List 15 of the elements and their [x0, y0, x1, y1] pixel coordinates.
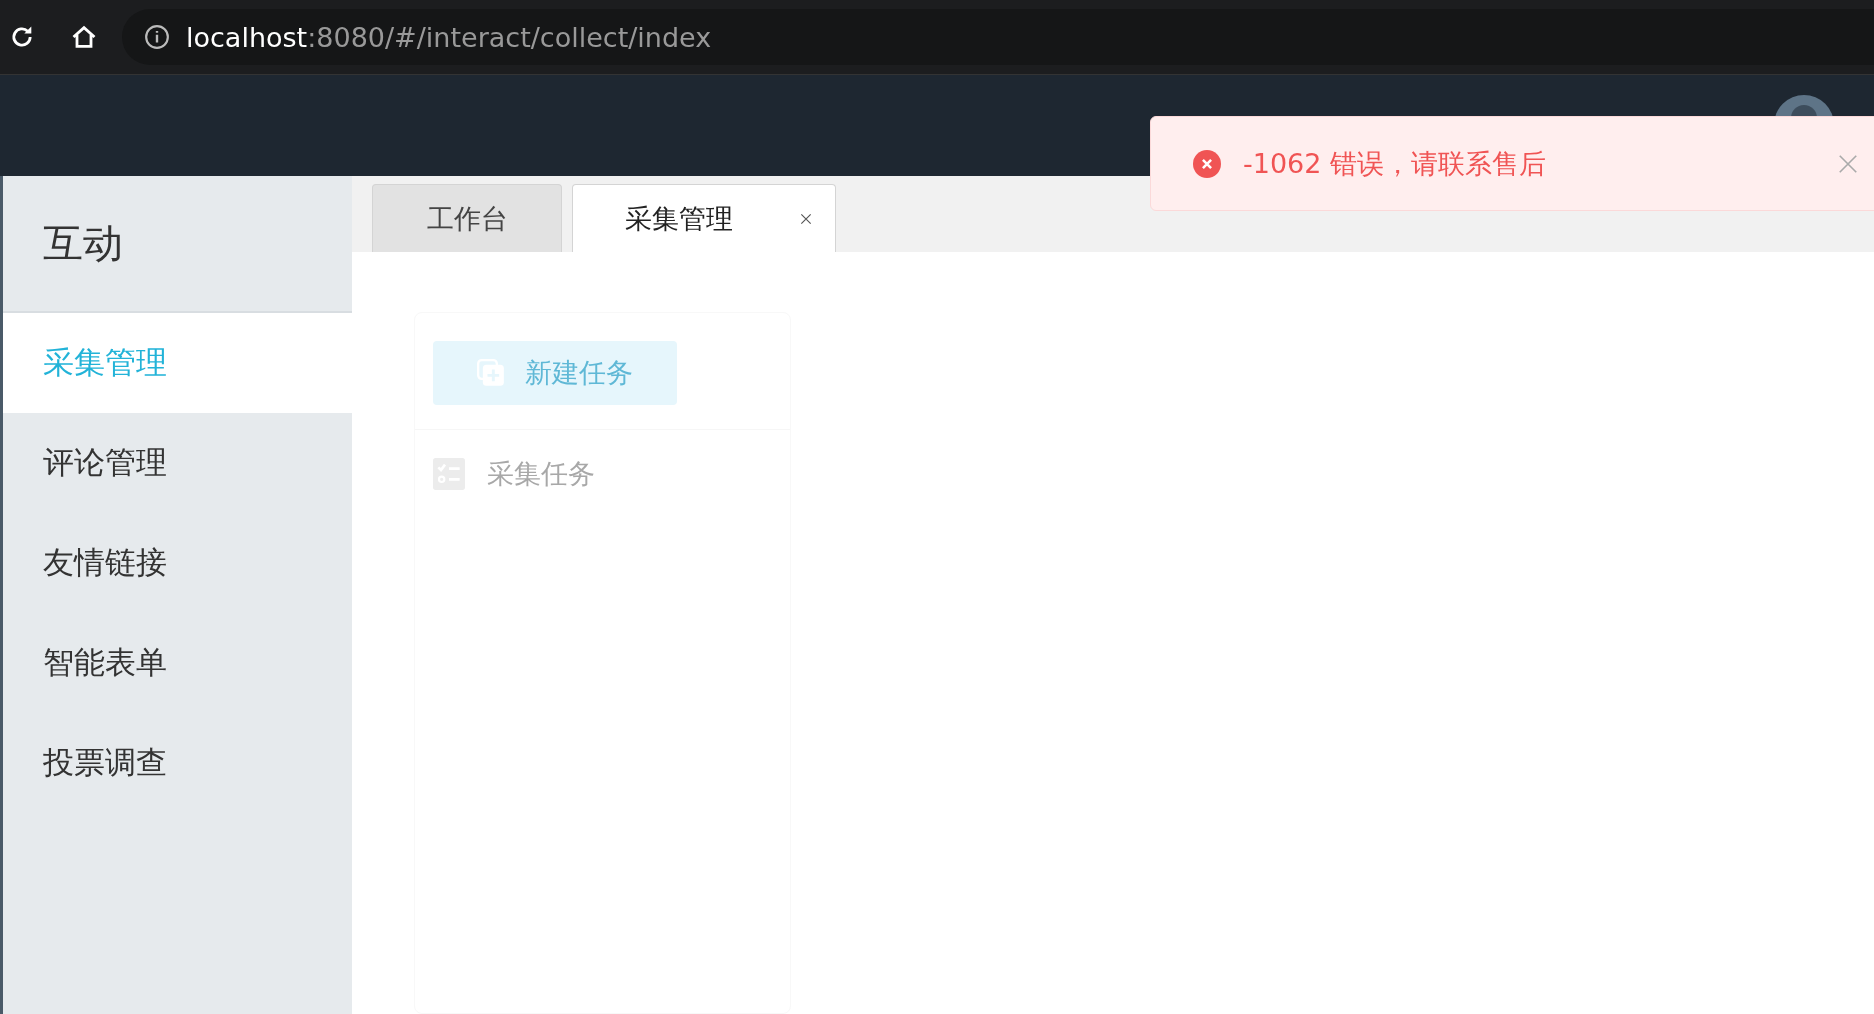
sidebar-item[interactable]: 投票调查 — [3, 713, 352, 813]
tab[interactable]: 工作台 — [372, 184, 562, 252]
sidebar-item[interactable]: 友情链接 — [3, 513, 352, 613]
address-bar[interactable]: localhost:8080/#/interact/collect/index — [122, 9, 1874, 65]
section-title: 采集任务 — [487, 457, 595, 491]
url-text: localhost:8080/#/interact/collect/index — [186, 21, 712, 53]
toast-message: -1062 错误，请联系售后 — [1243, 146, 1547, 181]
sidebar-item[interactable]: 评论管理 — [3, 413, 352, 513]
info-icon[interactable] — [144, 24, 170, 50]
add-copy-icon — [477, 359, 505, 387]
error-icon — [1193, 149, 1221, 178]
close-icon[interactable] — [799, 211, 813, 226]
tab[interactable]: 采集管理 — [572, 184, 836, 252]
home-icon[interactable] — [70, 23, 98, 51]
sidebar-item[interactable]: 智能表单 — [3, 613, 352, 713]
